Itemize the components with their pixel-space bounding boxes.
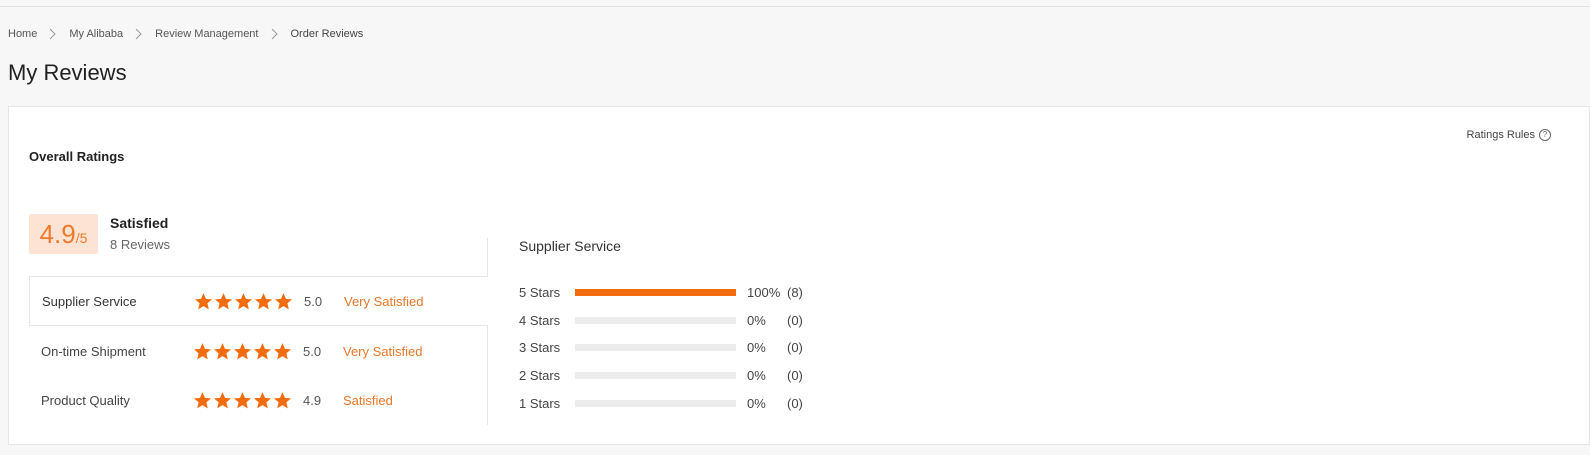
star-distribution-row: 4 Stars 0% (0) <box>519 311 803 329</box>
overall-score-badge: 4.9 /5 <box>29 214 98 254</box>
breadcrumb: Home My Alibaba Review Management Order … <box>8 28 363 40</box>
rating-verdict: Satisfied <box>343 392 393 408</box>
star-icon <box>214 292 233 311</box>
distribution-count: (0) <box>787 367 803 383</box>
distribution-count: (0) <box>787 395 803 411</box>
chevron-right-icon <box>45 28 61 40</box>
star-distribution-row: 3 Stars 0% (0) <box>519 338 803 356</box>
distribution-count: (8) <box>787 284 803 300</box>
star-icon <box>273 342 292 361</box>
distribution-bar-track <box>575 371 736 379</box>
distribution-bar-track <box>575 316 736 324</box>
distribution-count: (0) <box>787 339 803 355</box>
star-icon <box>193 391 212 410</box>
rating-value: 4.9 <box>303 392 322 408</box>
ratings-rules-label: Ratings Rules <box>1466 129 1535 141</box>
overall-ratings-title: Overall Ratings <box>29 149 125 164</box>
star-icon <box>194 292 213 311</box>
distribution-percent: 0% <box>747 367 766 383</box>
overall-score-max: /5 <box>75 230 88 246</box>
overall-score: 4.9 <box>39 219 76 249</box>
rating-category-label: Supplier Service <box>42 293 137 309</box>
star-level-label: 3 Stars <box>519 339 561 355</box>
chevron-right-icon <box>131 28 147 40</box>
rating-category-row[interactable]: Supplier Service 5.0 Very Satisfied <box>29 276 488 326</box>
ratings-rules-link[interactable]: Ratings Rules ? <box>1467 129 1551 141</box>
rating-verdict: Very Satisfied <box>343 343 423 359</box>
star-rating <box>194 292 304 311</box>
star-level-label: 5 Stars <box>519 284 561 300</box>
star-level-label: 2 Stars <box>519 367 561 383</box>
top-divider <box>0 6 1590 7</box>
ratings-card: Ratings Rules ? Overall Ratings 4.9 /5 S… <box>8 106 1590 445</box>
breadcrumb-review-management[interactable]: Review Management <box>155 28 258 40</box>
rating-category-label: Product Quality <box>41 392 130 408</box>
star-icon <box>274 292 293 311</box>
distribution-count: (0) <box>787 312 803 328</box>
distribution-percent: 100% <box>747 284 781 300</box>
star-icon <box>233 342 252 361</box>
distribution-percent: 0% <box>747 312 766 328</box>
star-icon <box>273 391 292 410</box>
rating-value: 5.0 <box>304 293 323 309</box>
breadcrumb-my-alibaba[interactable]: My Alibaba <box>69 28 123 40</box>
distribution-title: Supplier Service <box>519 238 621 254</box>
star-level-label: 4 Stars <box>519 312 561 328</box>
star-icon <box>213 391 232 410</box>
star-icon <box>253 391 272 410</box>
reviews-count: 8 Reviews <box>110 237 170 252</box>
rating-category-label: On-time Shipment <box>41 343 146 359</box>
distribution-bar-track <box>575 288 736 296</box>
star-icon <box>193 342 212 361</box>
overall-verdict: Satisfied <box>110 215 169 231</box>
chevron-right-icon <box>267 28 283 40</box>
distribution-percent: 0% <box>747 339 766 355</box>
question-circle-icon: ? <box>1539 129 1551 141</box>
star-distribution-row: 1 Stars 0% (0) <box>519 394 803 412</box>
star-icon <box>254 292 273 311</box>
distribution-bar-fill <box>575 288 736 296</box>
distribution-bar-track <box>575 399 736 407</box>
breadcrumb-order-reviews: Order Reviews <box>290 28 364 40</box>
star-level-label: 1 Stars <box>519 395 561 411</box>
rating-category-row[interactable]: On-time Shipment 5.0 Very Satisfied <box>29 326 488 376</box>
rating-category-row[interactable]: Product Quality 4.9 Satisfied <box>29 375 488 425</box>
breadcrumb-home[interactable]: Home <box>8 28 37 40</box>
star-distribution-row: 5 Stars 100% (8) <box>519 283 803 301</box>
page-title: My Reviews <box>8 60 127 85</box>
star-distribution-row: 2 Stars 0% (0) <box>519 366 803 384</box>
star-icon <box>234 292 253 311</box>
rating-verdict: Very Satisfied <box>344 293 424 309</box>
star-rating <box>193 342 303 361</box>
star-icon <box>213 342 232 361</box>
rating-value: 5.0 <box>303 343 322 359</box>
star-rating <box>193 391 303 410</box>
star-icon <box>253 342 272 361</box>
star-icon <box>233 391 252 410</box>
distribution-bar-track <box>575 343 736 351</box>
distribution-percent: 0% <box>747 395 766 411</box>
